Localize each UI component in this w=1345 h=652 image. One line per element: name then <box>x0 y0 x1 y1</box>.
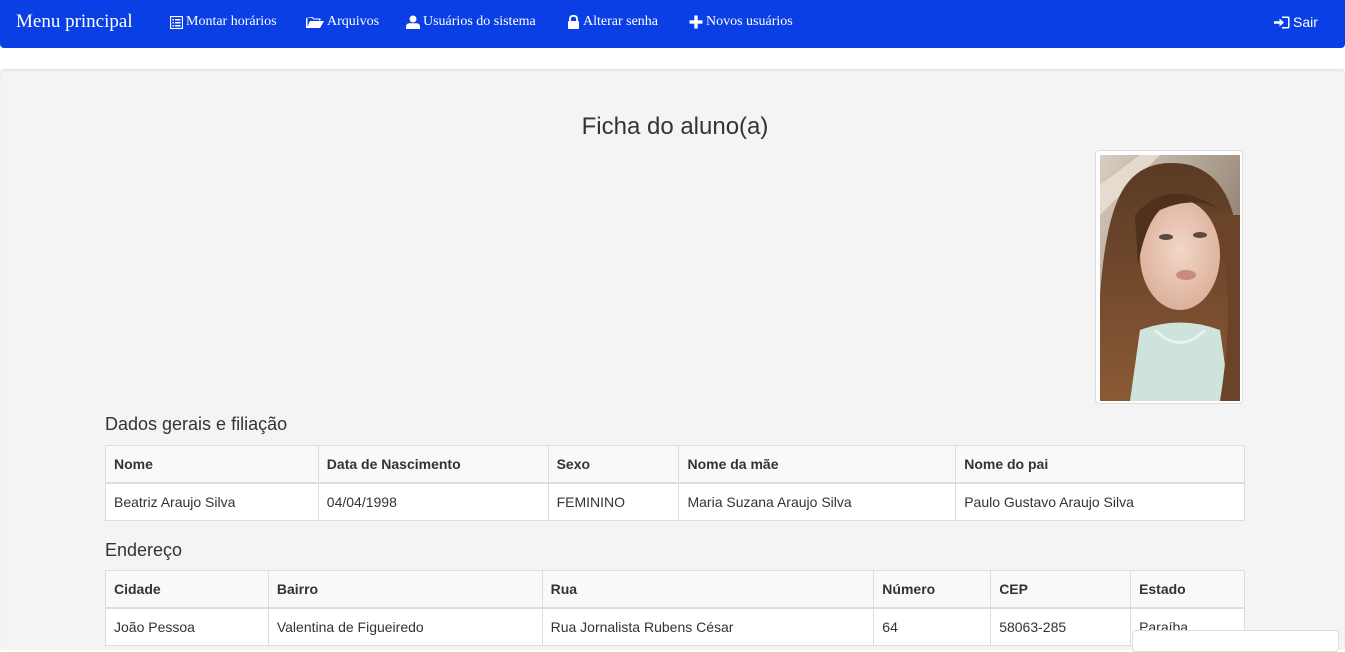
list-alt-icon <box>170 15 183 29</box>
header-bairro: Bairro <box>267 570 543 609</box>
nav-usuarios-do-sistema[interactable]: Usuários do sistema <box>406 14 536 30</box>
top-navbar: Menu principal Montar horários Arquivos … <box>0 0 1345 48</box>
nav-label: Novos usuários <box>706 14 793 29</box>
header-nome: Nome <box>105 445 319 484</box>
student-photo <box>1095 150 1243 404</box>
cell-bairro: Valentina de Figueiredo <box>267 607 543 646</box>
header-cidade: Cidade <box>105 570 269 609</box>
cell-data-nascimento: 04/04/1998 <box>317 482 549 521</box>
header-numero: Número <box>873 570 992 609</box>
header-cep: CEP <box>990 570 1132 609</box>
header-data-nascimento: Data de Nascimento <box>317 445 549 484</box>
nav-montar-horarios[interactable]: Montar horários <box>170 14 277 30</box>
corner-widget[interactable] <box>1132 630 1339 652</box>
header-sexo: Sexo <box>547 445 680 484</box>
page-title: Ficha do aluno(a) <box>581 113 769 140</box>
cell-cidade: João Pessoa <box>105 607 269 646</box>
header-nome-mae: Nome da mãe <box>678 445 957 484</box>
header-estado: Estado <box>1130 570 1245 609</box>
log-in-icon <box>1274 16 1290 29</box>
section-title-dados-gerais: Dados gerais e filiação <box>105 414 288 434</box>
nav-label: Alterar senha <box>583 14 659 29</box>
nav-alterar-senha[interactable]: Alterar senha <box>567 14 658 30</box>
folder-open-icon <box>306 16 324 29</box>
table-header-row: Nome Data de Nascimento Sexo Nome da mãe… <box>105 445 1245 484</box>
user-icon <box>406 15 420 29</box>
header-nome-pai: Nome do pai <box>955 445 1245 484</box>
nav-novos-usuarios[interactable]: Novos usuários <box>689 14 793 30</box>
nav-arquivos[interactable]: Arquivos <box>306 14 379 30</box>
cell-rua: Rua Jornalista Rubens César <box>541 607 875 646</box>
plus-icon <box>689 15 703 29</box>
cell-nome-mae: Maria Suzana Araujo Silva <box>678 482 957 521</box>
table-dados-gerais: Nome Data de Nascimento Sexo Nome da mãe… <box>105 445 1245 521</box>
nav-label: Usuários do sistema <box>423 14 536 29</box>
table-header-row: Cidade Bairro Rua Número CEP Estado <box>105 570 1245 609</box>
nav-label: Montar horários <box>186 14 277 29</box>
cell-nome-pai: Paulo Gustavo Araujo Silva <box>955 482 1245 521</box>
cell-sexo: FEMININO <box>547 482 680 521</box>
nav-sair[interactable]: Sair <box>1274 14 1318 30</box>
nav-label: Sair <box>1293 14 1318 30</box>
cell-numero: 64 <box>873 607 992 646</box>
cell-cep: 58063-285 <box>990 607 1132 646</box>
student-photo-image <box>1100 155 1240 401</box>
table-row: Beatriz Araujo Silva 04/04/1998 FEMININO… <box>105 482 1245 521</box>
header-rua: Rua <box>541 570 875 609</box>
brand-menu-principal[interactable]: Menu principal <box>16 11 133 33</box>
nav-label: Arquivos <box>327 14 380 29</box>
table-endereco: Cidade Bairro Rua Número CEP Estado João… <box>105 570 1245 646</box>
lock-icon <box>567 15 580 29</box>
cell-nome: Beatriz Araujo Silva <box>105 482 319 521</box>
table-row: João Pessoa Valentina de Figueiredo Rua … <box>105 607 1245 646</box>
section-title-endereco: Endereço <box>105 540 183 560</box>
